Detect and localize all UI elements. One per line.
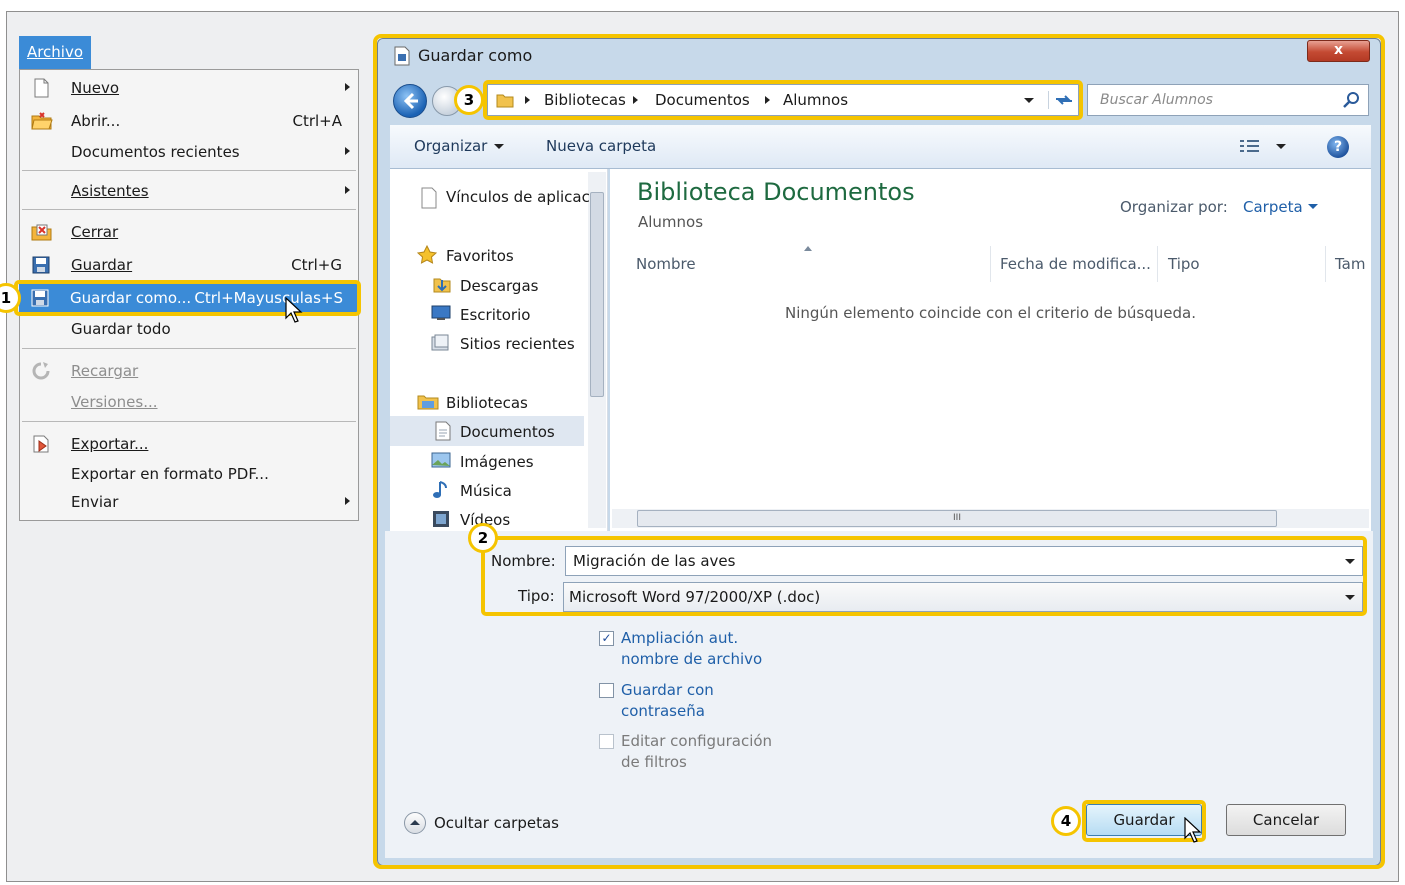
open-folder-icon bbox=[31, 111, 53, 131]
menu-item-cerrar[interactable]: Cerrar bbox=[20, 217, 358, 247]
menu-item-exportar[interactable]: Exportar... bbox=[20, 429, 358, 459]
cancel-button[interactable]: Cancelar bbox=[1226, 804, 1346, 836]
nav-item-sitios-recientes[interactable]: Sitios recientes bbox=[460, 333, 575, 355]
file-list-pane bbox=[610, 169, 1371, 531]
mouse-cursor-icon bbox=[285, 296, 303, 329]
password-label-line1[interactable]: Guardar con bbox=[621, 680, 714, 701]
menu-item-enviar[interactable]: Enviar bbox=[20, 487, 358, 517]
library-subtitle: Alumnos bbox=[638, 213, 704, 231]
documents-icon bbox=[434, 421, 452, 441]
column-header-fecha[interactable]: Fecha de modifica... bbox=[1000, 255, 1151, 273]
chevron-down-icon bbox=[494, 144, 504, 149]
filter-settings-checkbox bbox=[599, 734, 614, 749]
nav-item-imagenes[interactable]: Imágenes bbox=[460, 451, 534, 473]
submenu-arrow-icon bbox=[345, 497, 350, 505]
auto-extension-checkbox[interactable]: ✓ bbox=[599, 631, 614, 646]
submenu-arrow-icon bbox=[345, 147, 350, 155]
back-button[interactable] bbox=[393, 84, 427, 118]
close-document-icon bbox=[31, 222, 52, 242]
auto-extension-label-line2[interactable]: nombre de archivo bbox=[621, 649, 762, 670]
nav-item-vinculos[interactable]: Vínculos de aplicac bbox=[446, 186, 590, 208]
column-header-tamano[interactable]: Tam bbox=[1335, 255, 1365, 273]
column-header-tipo[interactable]: Tipo bbox=[1168, 255, 1200, 273]
new-document-icon bbox=[31, 78, 51, 98]
column-header-nombre[interactable]: Nombre bbox=[636, 255, 696, 273]
hide-folders-icon[interactable] bbox=[404, 812, 426, 834]
hide-folders-button[interactable]: Ocultar carpetas bbox=[434, 814, 559, 832]
nav-item-descargas[interactable]: Descargas bbox=[460, 275, 538, 297]
search-icon bbox=[1343, 91, 1361, 113]
menu-item-versiones: Versiones... bbox=[71, 393, 158, 411]
auto-extension-label-line1[interactable]: Ampliación aut. bbox=[621, 628, 738, 649]
arrange-by-label: Organizar por: bbox=[1120, 198, 1228, 216]
empty-message: Ningún elemento coincide con el criterio… bbox=[785, 304, 1196, 322]
menu-item-recargar: Recargar bbox=[20, 356, 358, 386]
help-icon[interactable]: ? bbox=[1327, 136, 1349, 158]
filter-settings-label-line1: Editar configuración bbox=[621, 732, 773, 750]
nav-item-escritorio[interactable]: Escritorio bbox=[460, 304, 530, 326]
menu-separator bbox=[22, 348, 356, 349]
menu-item-nuevo[interactable]: Nuevo bbox=[20, 73, 358, 103]
chevron-down-icon[interactable] bbox=[1308, 204, 1318, 209]
menu-separator bbox=[22, 209, 356, 210]
menu-item-guardar-todo[interactable]: Guardar todo bbox=[20, 314, 358, 344]
column-divider bbox=[1157, 246, 1158, 282]
nav-item-bibliotecas[interactable]: Bibliotecas bbox=[446, 392, 528, 414]
menu-item-abrir[interactable]: Abrir... Ctrl+A bbox=[20, 106, 358, 136]
desktop-icon bbox=[431, 305, 451, 321]
callout-2-highlight bbox=[481, 536, 1367, 616]
organize-button[interactable]: Organizar bbox=[414, 137, 487, 155]
filter-settings-label-line2: de filtros bbox=[621, 753, 687, 771]
callout-1-highlight bbox=[14, 280, 361, 316]
callout-3-badge: 3 bbox=[454, 85, 484, 115]
dialog-title: Guardar como bbox=[418, 46, 533, 65]
sort-arrow-icon bbox=[804, 246, 812, 251]
password-label-line2[interactable]: contraseña bbox=[621, 701, 705, 722]
callout-2-badge: 2 bbox=[468, 523, 498, 553]
music-icon bbox=[432, 480, 450, 498]
save-as-icon bbox=[393, 46, 411, 70]
column-divider bbox=[990, 246, 991, 282]
menu-separator bbox=[22, 421, 356, 422]
menu-item-guardar[interactable]: Guardar Ctrl+G bbox=[20, 250, 358, 280]
close-button[interactable]: x bbox=[1307, 40, 1370, 62]
new-folder-button[interactable]: Nueva carpeta bbox=[546, 137, 656, 155]
menu-archivo[interactable]: Archivo bbox=[19, 36, 91, 69]
submenu-arrow-icon bbox=[345, 83, 350, 91]
menu-separator bbox=[22, 170, 356, 171]
search-input[interactable]: Buscar Alumnos bbox=[1087, 84, 1369, 116]
menu-item-asistentes[interactable]: Asistentes bbox=[20, 176, 358, 206]
nav-scrollbar-thumb[interactable] bbox=[590, 192, 604, 397]
export-icon bbox=[31, 434, 51, 454]
recent-places-icon bbox=[431, 334, 449, 351]
menu-item-documentos-recientes[interactable]: Documentos recientes bbox=[20, 137, 358, 167]
library-title: Biblioteca Documentos bbox=[637, 178, 915, 206]
view-options-icon[interactable] bbox=[1238, 138, 1262, 160]
callout-3-highlight bbox=[483, 80, 1083, 120]
arrange-by-dropdown[interactable]: Carpeta bbox=[1243, 198, 1303, 216]
callout-4-badge: 4 bbox=[1051, 806, 1081, 836]
star-icon bbox=[416, 244, 438, 264]
shortcut-icon bbox=[420, 187, 438, 209]
nav-item-musica[interactable]: Música bbox=[460, 480, 512, 502]
downloads-icon bbox=[433, 276, 451, 293]
nav-item-documentos[interactable]: Documentos bbox=[460, 421, 555, 443]
nav-item-favoritos[interactable]: Favoritos bbox=[446, 245, 514, 267]
horizontal-scrollbar-thumb[interactable]: III bbox=[637, 510, 1277, 527]
chevron-down-icon[interactable] bbox=[1276, 144, 1286, 149]
pictures-icon bbox=[431, 452, 451, 468]
videos-icon bbox=[432, 510, 450, 527]
reload-icon bbox=[31, 361, 51, 381]
menu-item-exportar-pdf[interactable]: Exportar en formato PDF... bbox=[20, 459, 358, 489]
submenu-arrow-icon bbox=[345, 186, 350, 194]
save-icon bbox=[31, 255, 51, 275]
password-checkbox[interactable] bbox=[599, 683, 614, 698]
mouse-cursor-icon bbox=[1184, 816, 1202, 849]
dialog-toolbar: Organizar Nueva carpeta bbox=[390, 125, 1371, 169]
libraries-icon bbox=[417, 393, 439, 410]
column-divider bbox=[1325, 246, 1326, 282]
